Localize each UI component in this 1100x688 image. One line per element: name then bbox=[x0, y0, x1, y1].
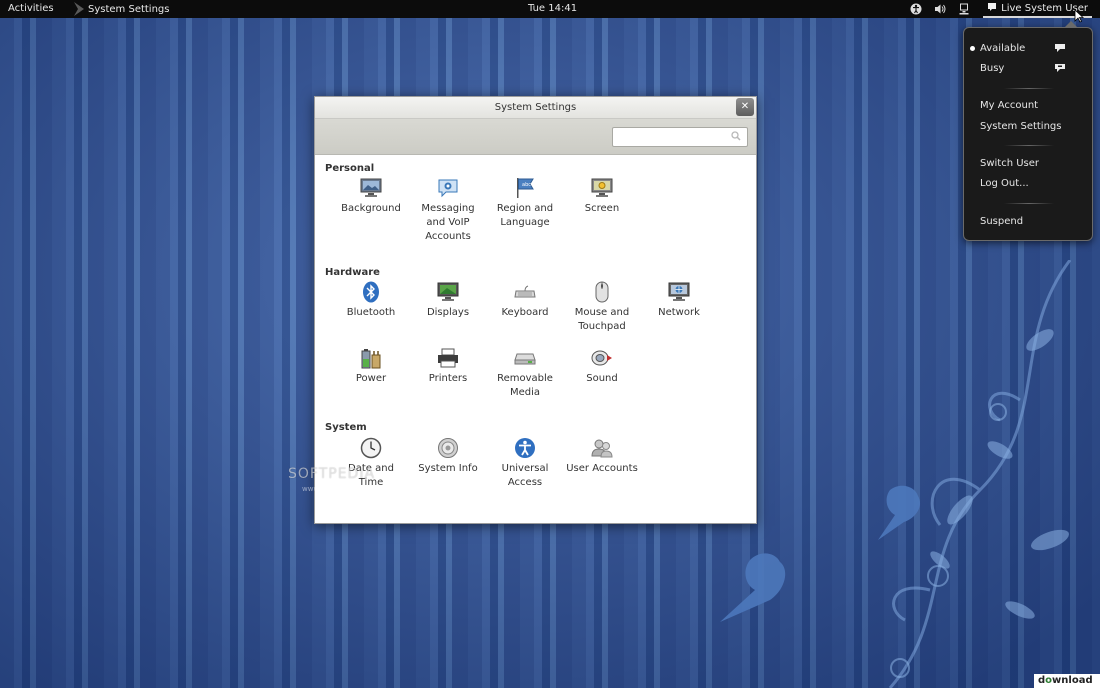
settings-item-date-time[interactable]: Date and Time bbox=[335, 437, 407, 490]
softpedia-watermark: SOFTPEDIA bbox=[288, 466, 376, 482]
settings-item-label: Power bbox=[355, 373, 387, 384]
settings-item-system-info[interactable]: System Info bbox=[412, 437, 484, 476]
busy-status-icon bbox=[1054, 63, 1066, 73]
bluetooth-icon bbox=[359, 281, 383, 303]
section-title-system: System bbox=[325, 422, 367, 433]
menu-separator bbox=[1004, 88, 1054, 89]
messaging-icon bbox=[436, 177, 460, 199]
settings-item-label: Sound bbox=[586, 373, 618, 384]
settings-item-region[interactable]: abc Region and Language bbox=[489, 177, 561, 230]
softpedia-watermark-url: www.softpedia.com bbox=[302, 485, 371, 493]
clock-icon bbox=[359, 437, 383, 459]
settings-item-label: Keyboard bbox=[501, 307, 549, 318]
network-settings-icon bbox=[667, 281, 691, 303]
window-toolbar bbox=[315, 119, 756, 155]
settings-item-label: Removable Media bbox=[497, 373, 553, 398]
settings-item-label: Mouse and Touchpad bbox=[574, 307, 630, 332]
menu-item-busy[interactable]: Busy bbox=[980, 63, 1004, 74]
status-area: Live System User bbox=[901, 0, 1092, 18]
settings-item-label: Network bbox=[658, 307, 700, 318]
settings-item-label: User Accounts bbox=[566, 463, 638, 474]
available-status-icon bbox=[1054, 43, 1066, 53]
settings-item-label: Messaging and VoIP Accounts bbox=[421, 203, 475, 242]
settings-item-screen[interactable]: Screen bbox=[566, 177, 638, 216]
section-title-hardware: Hardware bbox=[325, 267, 380, 278]
app-menu-arrow-icon bbox=[74, 2, 84, 16]
settings-item-background[interactable]: Background bbox=[335, 177, 407, 216]
activities-button[interactable]: Activities bbox=[8, 3, 54, 14]
removable-media-icon bbox=[513, 347, 537, 369]
displays-icon bbox=[436, 281, 460, 303]
search-input[interactable] bbox=[612, 127, 748, 147]
power-icon bbox=[359, 347, 383, 369]
clock[interactable]: Tue 14:41 bbox=[528, 3, 577, 14]
settings-panel: Personal Background Messaging and VoIP A… bbox=[288, 155, 756, 523]
settings-item-universal-access[interactable]: Universal Access bbox=[489, 437, 561, 490]
chat-icon bbox=[987, 2, 997, 15]
menu-item-system-settings[interactable]: System Settings bbox=[980, 121, 1061, 132]
region-flag-icon: abc bbox=[513, 177, 537, 199]
settings-item-messaging[interactable]: Messaging and VoIP Accounts bbox=[412, 177, 484, 244]
menu-item-available[interactable]: Available bbox=[980, 43, 1025, 54]
printer-icon bbox=[436, 347, 460, 369]
selected-status-dot bbox=[970, 46, 975, 51]
settings-item-label: Background bbox=[341, 203, 401, 214]
window-title: System Settings bbox=[494, 102, 577, 113]
app-menu-label: System Settings bbox=[88, 3, 170, 15]
network-icon[interactable] bbox=[955, 0, 973, 18]
settings-item-sound[interactable]: Sound bbox=[566, 347, 638, 386]
top-panel: Activities System Settings Tue 14:41 Liv… bbox=[0, 0, 1100, 18]
settings-item-printers[interactable]: Printers bbox=[412, 347, 484, 386]
background-icon bbox=[359, 177, 383, 199]
settings-item-displays[interactable]: Displays bbox=[412, 281, 484, 320]
menu-item-suspend[interactable]: Suspend bbox=[980, 216, 1023, 227]
settings-item-label: Printers bbox=[428, 373, 468, 384]
settings-item-mouse[interactable]: Mouse and Touchpad bbox=[566, 281, 638, 334]
accessibility-icon[interactable] bbox=[907, 0, 925, 18]
menu-separator bbox=[1004, 203, 1054, 204]
close-button[interactable]: ✕ bbox=[736, 98, 754, 116]
settings-item-label: Universal Access bbox=[501, 463, 549, 488]
logo-suffix: wnload bbox=[1052, 675, 1093, 686]
settings-item-network[interactable]: Network bbox=[643, 281, 715, 320]
universal-access-icon bbox=[513, 437, 537, 459]
window-titlebar[interactable]: System Settings ✕ bbox=[315, 97, 756, 119]
section-title-personal: Personal bbox=[325, 163, 375, 174]
settings-item-label: Displays bbox=[426, 307, 470, 318]
menu-item-log-out[interactable]: Log Out... bbox=[980, 178, 1029, 189]
app-menu-button[interactable]: System Settings bbox=[74, 1, 169, 17]
system-settings-window: System Settings ✕ Personal Background Me… bbox=[288, 96, 757, 524]
settings-item-bluetooth[interactable]: Bluetooth bbox=[335, 281, 407, 320]
settings-item-label: Region and Language bbox=[496, 203, 554, 228]
volume-icon[interactable] bbox=[931, 0, 949, 18]
search-icon bbox=[731, 131, 743, 143]
mouse-icon bbox=[590, 281, 614, 303]
menu-item-my-account[interactable]: My Account bbox=[980, 100, 1038, 111]
system-info-icon bbox=[436, 437, 460, 459]
settings-item-keyboard[interactable]: Keyboard bbox=[489, 281, 561, 320]
menu-separator bbox=[1004, 145, 1054, 146]
settings-item-user-accounts[interactable]: User Accounts bbox=[566, 437, 638, 476]
sound-icon bbox=[590, 347, 614, 369]
keyboard-icon bbox=[513, 281, 537, 303]
settings-item-label: Bluetooth bbox=[346, 307, 396, 318]
user-accounts-icon bbox=[590, 437, 614, 459]
user-menu-dropdown: Available Busy My Account System Setting… bbox=[963, 21, 1093, 241]
settings-item-removable-media[interactable]: Removable Media bbox=[489, 347, 561, 400]
screen-icon bbox=[590, 177, 614, 199]
settings-item-label: System Info bbox=[418, 463, 478, 474]
download-site-logo: download bbox=[1034, 674, 1100, 688]
menu-item-switch-user[interactable]: Switch User bbox=[980, 158, 1039, 169]
settings-item-label: Screen bbox=[584, 203, 620, 214]
settings-item-power[interactable]: Power bbox=[335, 347, 407, 386]
svg-text:abc: abc bbox=[522, 182, 531, 188]
